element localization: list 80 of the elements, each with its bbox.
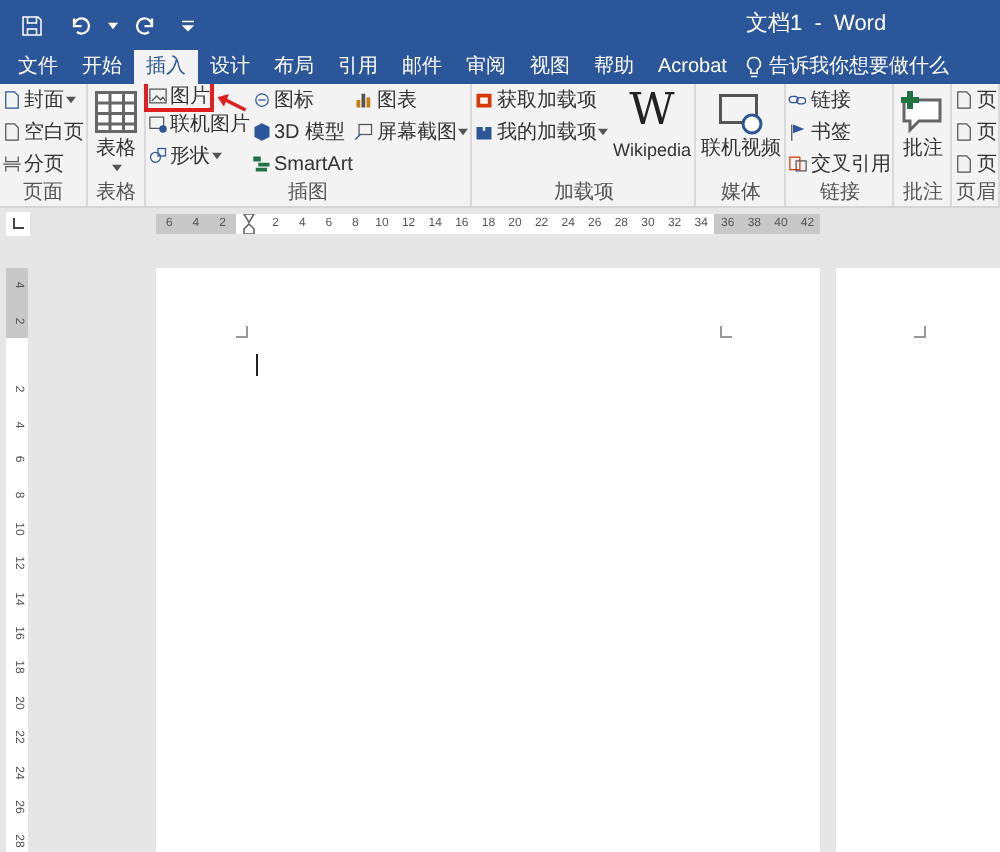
ribbon-tab[interactable]: 文件 — [6, 50, 70, 84]
ribbon-button[interactable]: 空白页 — [2, 116, 84, 148]
caret-icon — [66, 96, 76, 104]
ribbon-button[interactable]: 我的加载项 — [474, 116, 609, 148]
group-label: 链接 — [817, 180, 862, 206]
ribbon-button[interactable]: 批注 — [896, 84, 949, 162]
ribbon-button[interactable]: 页 — [954, 116, 997, 148]
group-label: 页眉 — [954, 180, 997, 206]
redo-icon[interactable] — [134, 13, 158, 37]
ribbon-tab[interactable]: 审阅 — [454, 50, 518, 84]
group-label: 表格 — [94, 180, 138, 206]
group-label: 插图 — [286, 180, 331, 206]
group-label: 页面 — [21, 180, 65, 206]
ribbon-button[interactable]: 图表 — [354, 84, 417, 116]
screenshot-icon — [354, 122, 375, 142]
margin-corner-icon — [720, 326, 732, 338]
group-label: 批注 — [900, 180, 945, 206]
smartart-icon — [252, 154, 272, 174]
ribbon-button[interactable]: W Wikipedia — [610, 84, 693, 162]
margin-corner-icon — [236, 326, 248, 338]
ribbon-button[interactable]: 表格 — [90, 84, 142, 172]
tell-me-button[interactable]: 告诉我你想要做什么 — [746, 50, 949, 84]
ribbon-button[interactable]: 获取加载项 — [474, 84, 597, 116]
caret-icon — [212, 152, 222, 160]
ribbon-tab[interactable]: 开始 — [70, 50, 134, 84]
ribbon-tab[interactable]: 引用 — [326, 50, 390, 84]
ribbon-tab[interactable]: Acrobat — [646, 50, 739, 84]
pointer-arrow — [216, 92, 248, 112]
bar-chart-icon — [354, 90, 375, 110]
ribbon-button[interactable]: 交叉引用 — [788, 148, 891, 180]
page-icon — [954, 154, 975, 174]
cross-reference-icon — [788, 154, 809, 174]
ribbon-button[interactable]: 图标 — [252, 84, 314, 116]
ribbon-button[interactable]: 联机视频 — [698, 84, 783, 162]
ribbon-button[interactable]: 联机图片 — [148, 108, 250, 140]
ribbon-button[interactable]: 书签 — [788, 116, 851, 148]
ribbon-tab[interactable]: 设计 — [198, 50, 262, 84]
ribbon-button[interactable]: 页 — [954, 148, 997, 180]
indent-marker-icon[interactable] — [242, 213, 257, 233]
ribbon-button[interactable]: 页 — [954, 84, 997, 116]
group-label: 媒体 — [718, 180, 763, 206]
ribbon-button[interactable]: 封面 — [2, 84, 76, 116]
link-icon — [788, 90, 809, 110]
page-icon — [954, 122, 975, 142]
ribbon-tab[interactable]: 插入 — [134, 50, 198, 84]
addin-icon — [474, 122, 495, 142]
caret-icon[interactable] — [108, 21, 118, 29]
page-icon — [954, 90, 975, 110]
window-title: 文档1 - Word — [746, 9, 887, 41]
shapes-icon — [148, 146, 168, 166]
ribbon-button[interactable]: 屏幕截图 — [354, 116, 469, 148]
ribbon-button[interactable]: 分页 — [2, 148, 64, 180]
customize-icon[interactable] — [182, 19, 194, 31]
ribbon-button[interactable]: 3D 模型 — [252, 116, 346, 148]
caret-icon — [598, 128, 609, 136]
store-icon — [474, 90, 495, 110]
ribbon-tab[interactable]: 布局 — [262, 50, 326, 84]
image-icon — [148, 86, 168, 106]
cube-icon — [252, 122, 272, 142]
caret-icon — [111, 164, 121, 172]
page-break-icon — [2, 154, 22, 174]
tab-stop-icon[interactable] — [6, 211, 30, 235]
flag-icon — [788, 122, 809, 142]
ribbon-tab[interactable]: 邮件 — [390, 50, 454, 84]
margin-corner-icon — [914, 326, 926, 338]
ribbon-button[interactable]: SmartArt — [252, 148, 353, 180]
ribbon-tab[interactable]: 视图 — [518, 50, 582, 84]
ribbon-button[interactable]: 形状 — [148, 140, 222, 172]
icons-icon — [252, 90, 272, 110]
ribbon-tab[interactable]: 帮助 — [582, 50, 646, 84]
ribbon-button[interactable]: 图片 — [144, 84, 214, 112]
online-image-icon — [148, 114, 168, 134]
ribbon-button[interactable]: 链接 — [788, 84, 851, 116]
wikipedia-logo: W — [629, 88, 675, 136]
save-icon[interactable] — [20, 13, 44, 37]
undo-icon[interactable] — [68, 13, 92, 37]
lightbulb-icon — [746, 56, 763, 78]
caret-icon — [458, 128, 469, 136]
text-cursor — [256, 354, 258, 376]
group-label: 加载项 — [551, 180, 616, 206]
